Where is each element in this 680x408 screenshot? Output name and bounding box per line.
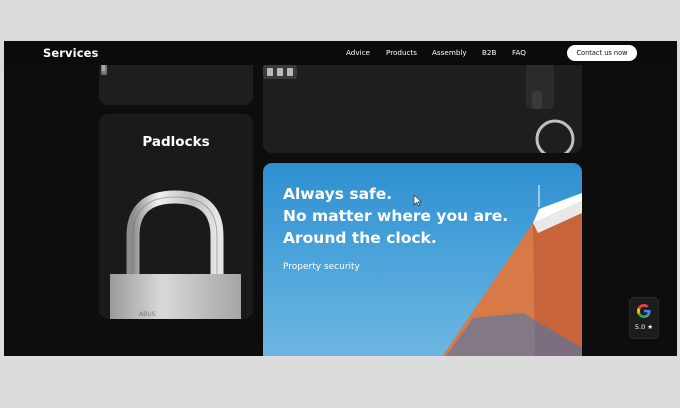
site-header: Services Advice Products Assembly B2B FA… bbox=[4, 41, 677, 65]
hero-banner[interactable]: Always safe. No matter where you are. Ar… bbox=[263, 163, 582, 356]
nav-assembly[interactable]: Assembly bbox=[432, 48, 467, 57]
google-icon bbox=[637, 304, 651, 318]
padlock-image: ABUS bbox=[110, 190, 241, 319]
nav-products[interactable]: Products bbox=[386, 48, 417, 57]
svg-text:ABUS: ABUS bbox=[139, 311, 156, 318]
hero-headline-1: Always safe. bbox=[283, 185, 393, 203]
nav-faq[interactable]: FAQ bbox=[512, 48, 526, 57]
nav-advice[interactable]: Advice bbox=[346, 48, 370, 57]
padlocks-card[interactable]: Padlocks ABUS bbox=[99, 114, 253, 319]
hero-headline-2: No matter where you are. bbox=[283, 207, 509, 225]
nav-b2b[interactable]: B2B bbox=[482, 48, 496, 57]
browser-viewport: Services Advice Products Assembly B2B FA… bbox=[4, 41, 677, 356]
key-fob-image bbox=[263, 51, 575, 153]
google-rating-value: 5.0 ★ bbox=[634, 323, 654, 331]
product-card-top-right[interactable] bbox=[263, 51, 582, 153]
hero-subtitle: Property security bbox=[283, 262, 360, 272]
mouse-cursor-icon bbox=[413, 194, 423, 207]
hero-headline-3: Around the clock. bbox=[283, 229, 437, 247]
contact-us-button[interactable]: Contact us now bbox=[567, 45, 637, 61]
google-rating-badge[interactable]: 5.0 ★ bbox=[629, 297, 659, 339]
